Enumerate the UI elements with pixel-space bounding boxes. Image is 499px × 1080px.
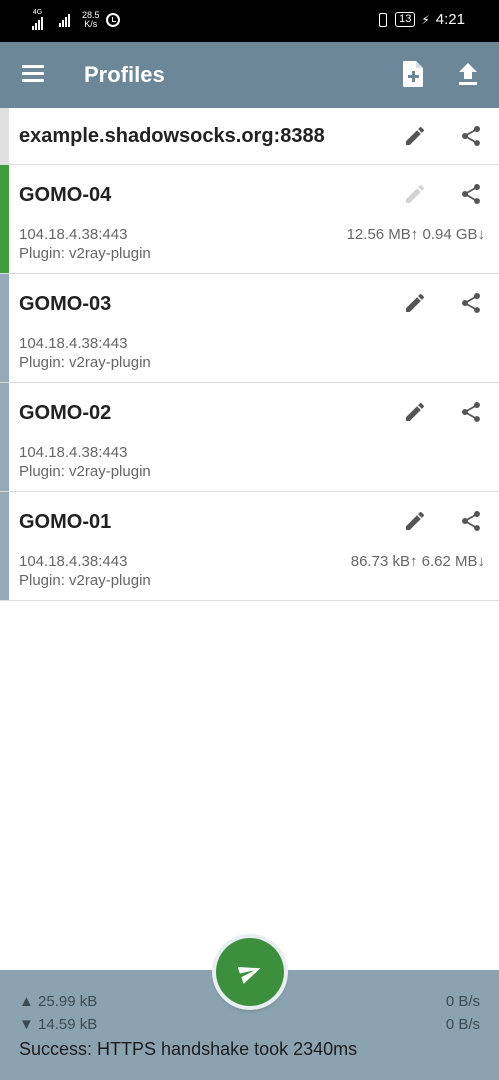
send-icon [238, 966, 261, 984]
connection-status: Success: HTTPS handshake took 2340ms [19, 1039, 358, 1059]
battery-icon: 13 [395, 12, 416, 27]
row-indicator [0, 383, 9, 491]
share-icon[interactable] [459, 509, 483, 533]
profile-plugin: Plugin: v2ray-plugin [19, 572, 151, 589]
upload-rate: 0 B/s [445, 993, 480, 1010]
download-total: ▼ 14.59 kB [19, 1016, 98, 1033]
row-indicator [0, 274, 9, 382]
download-rate: 0 B/s [445, 1016, 480, 1033]
share-icon[interactable] [459, 182, 483, 206]
profile-name: GOMO-04 [19, 184, 112, 206]
share-icon[interactable] [459, 124, 483, 148]
profile-plugin: Plugin: v2ray-plugin [19, 463, 151, 480]
edit-icon[interactable] [403, 400, 427, 424]
edit-icon[interactable] [403, 124, 427, 148]
signal-1: 4G [32, 9, 43, 30]
signal-icon [59, 13, 70, 27]
alarm-icon [105, 12, 120, 27]
profile-row[interactable]: GOMO-02 104.18.4.38:443 Plugin: v2ray-pl… [0, 383, 499, 492]
status-bar: 4G 28.5 K/s 13 ⚡ 4:21 [0, 0, 499, 42]
vibrate-icon [375, 12, 389, 28]
main-server-title: example.shadowsocks.org:8388 [19, 125, 325, 147]
profile-plugin: Plugin: v2ray-plugin [19, 245, 151, 262]
status-right: 13 ⚡ 4:21 [375, 11, 465, 28]
profile-address: 104.18.4.38:443 [19, 226, 128, 243]
page-title: Profiles [84, 62, 165, 87]
net-speed: 28.5 K/s [82, 10, 100, 29]
net-type-label: 4G [32, 9, 43, 16]
connect-button[interactable] [216, 938, 284, 1006]
clock: 4:21 [435, 11, 465, 28]
profile-row[interactable]: GOMO-01 104.18.4.38:443 Plugin: v2ray-pl… [0, 492, 499, 601]
upload-total: ▲ 25.99 kB [19, 993, 98, 1010]
main-server-row[interactable]: example.shadowsocks.org:8388 [0, 108, 499, 165]
edit-icon[interactable] [403, 182, 427, 206]
profile-name: GOMO-01 [19, 511, 112, 533]
row-indicator [0, 108, 9, 164]
upload-icon[interactable] [457, 62, 479, 86]
profile-plugin: Plugin: v2ray-plugin [19, 354, 151, 371]
add-file-icon[interactable] [401, 60, 425, 88]
profile-traffic: 86.73 kB↑ 6.62 MB↓ [350, 553, 485, 570]
status-left: 4G 28.5 K/s [32, 9, 120, 30]
profile-name: GOMO-02 [19, 402, 112, 424]
edit-icon[interactable] [403, 291, 427, 315]
menu-icon[interactable] [22, 65, 44, 83]
profile-address: 104.18.4.38:443 [19, 444, 128, 461]
profile-traffic: 12.56 MB↑ 0.94 GB↓ [346, 226, 485, 243]
charging-icon: ⚡ [421, 12, 430, 27]
share-icon[interactable] [459, 400, 483, 424]
profile-address: 104.18.4.38:443 [19, 553, 128, 570]
edit-icon[interactable] [403, 509, 427, 533]
profiles-list: example.shadowsocks.org:8388 GOMO-04 104… [0, 108, 499, 601]
profile-address: 104.18.4.38:443 [19, 335, 128, 352]
row-indicator [0, 492, 9, 600]
profile-row[interactable]: GOMO-04 104.18.4.38:443 Plugin: v2ray-pl… [0, 165, 499, 274]
profile-name: GOMO-03 [19, 293, 112, 315]
net-speed-unit: K/s [84, 18, 98, 29]
profile-row[interactable]: GOMO-03 104.18.4.38:443 Plugin: v2ray-pl… [0, 274, 499, 383]
signal-icon [32, 16, 43, 30]
share-icon[interactable] [459, 291, 483, 315]
app-bar: Profiles [0, 42, 499, 108]
active-indicator [0, 165, 9, 273]
